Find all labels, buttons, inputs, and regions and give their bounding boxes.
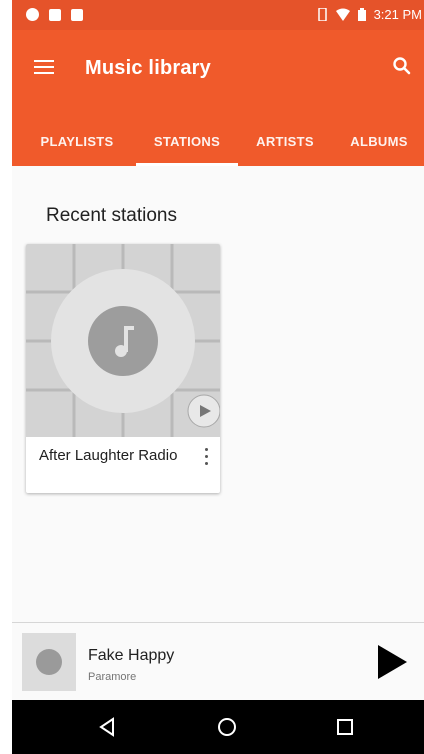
home-icon[interactable]: [212, 712, 242, 742]
more-vert-icon[interactable]: [198, 444, 214, 468]
tab-bar: PLAYLISTS STATIONS ARTISTS ALBUMS: [12, 130, 424, 166]
vibrate-icon: [317, 8, 327, 21]
album-disc-icon: [36, 649, 62, 675]
page-title: Music library: [85, 57, 211, 79]
album-art: [22, 633, 76, 691]
image-icon: [71, 8, 83, 21]
recents-icon[interactable]: [330, 712, 360, 742]
tab-stations[interactable]: STATIONS: [136, 130, 238, 166]
station-art: [26, 244, 220, 437]
tab-label: ARTISTS: [256, 134, 314, 149]
menu-icon[interactable]: [34, 60, 54, 76]
station-card[interactable]: After Laughter Radio: [26, 244, 220, 493]
tab-label: PLAYLISTS: [40, 134, 114, 149]
station-title: After Laughter Radio: [39, 447, 178, 464]
app-frame: 3:21 PM Music library PLAYLISTS STATIONS…: [12, 0, 424, 754]
notification-icon: [26, 8, 39, 21]
search-icon[interactable]: [388, 52, 416, 80]
mini-player[interactable]: Fake Happy Paramore: [12, 622, 424, 699]
tab-albums[interactable]: ALBUMS: [336, 130, 422, 166]
tab-artists[interactable]: ARTISTS: [244, 130, 326, 166]
play-icon[interactable]: [187, 394, 220, 428]
section-title: Recent stations: [46, 205, 177, 226]
notification-icon: [49, 8, 61, 21]
music-note-icon: [88, 306, 158, 376]
play-icon[interactable]: [376, 644, 408, 680]
back-icon[interactable]: [92, 712, 122, 742]
battery-icon: [357, 8, 366, 21]
tab-label: ALBUMS: [350, 134, 408, 149]
app-bar: Music library PLAYLISTS STATIONS ARTISTS…: [12, 30, 424, 166]
system-nav-bar: [12, 700, 424, 754]
tab-playlists[interactable]: PLAYLISTS: [25, 130, 129, 166]
status-bar: 3:21 PM: [12, 0, 424, 30]
tab-indicator: [136, 163, 238, 166]
notification-icons: [26, 8, 83, 21]
player-artist: Paramore: [88, 671, 137, 683]
status-time: 3:21 PM: [373, 7, 422, 22]
wifi-icon: [335, 8, 350, 21]
status-icons: 3:21 PM: [316, 7, 422, 22]
tab-label: STATIONS: [153, 134, 221, 149]
player-song-title: Fake Happy: [88, 647, 175, 664]
